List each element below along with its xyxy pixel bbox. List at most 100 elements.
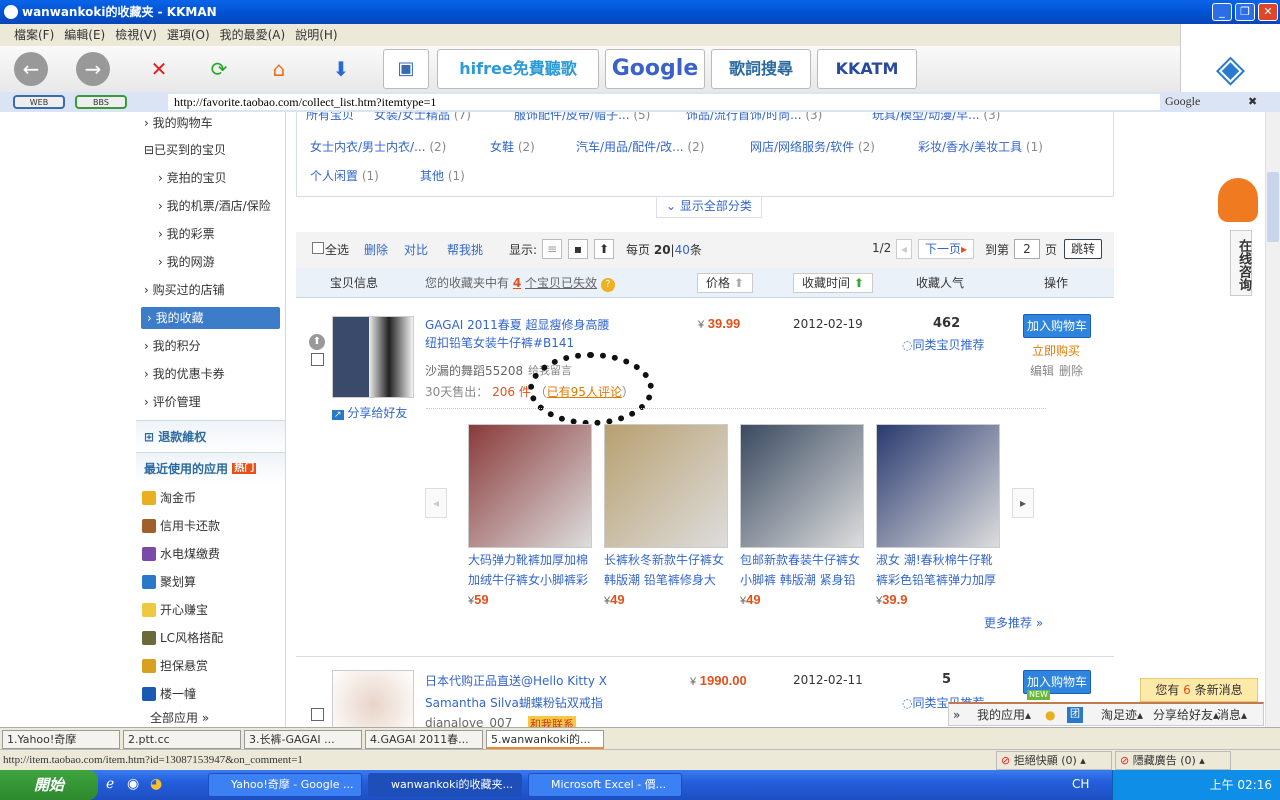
browser-tab[interactable]: 1.Yahoo!奇摩 bbox=[2, 730, 120, 749]
ime-indicator[interactable]: CH bbox=[1072, 777, 1089, 791]
menu-edit[interactable]: 編輯(E) bbox=[64, 24, 105, 46]
category-link[interactable]: 女鞋 (2) bbox=[490, 138, 535, 155]
app-item[interactable]: 聚划算 bbox=[136, 568, 285, 596]
select-all-checkbox[interactable] bbox=[312, 242, 324, 254]
buy-now-link[interactable]: 立即购买 bbox=[1032, 342, 1080, 359]
recommendation-title[interactable]: 包邮新款春装牛仔裤女小脚裤 韩版潮 紧身铅 bbox=[740, 550, 864, 590]
close-button[interactable]: ✕ bbox=[1258, 3, 1278, 21]
recommendation-item[interactable]: 淑女 潮!春秋棉牛仔靴裤彩色铅笔裤弹力加厚 ¥39.9 bbox=[876, 424, 1000, 607]
lyrics-button[interactable]: 歌詞搜尋 bbox=[711, 49, 811, 89]
menu-file[interactable]: 檔案(F) bbox=[14, 24, 54, 46]
bbs-button[interactable]: BBS bbox=[75, 95, 127, 109]
app-item[interactable]: 信用卡还款 bbox=[136, 512, 285, 540]
sidebar-item-lottery[interactable]: › 我的彩票 bbox=[136, 220, 285, 248]
recommendation-image[interactable] bbox=[604, 424, 728, 548]
show-all-categories[interactable]: ⌄ 显示全部分类 bbox=[656, 196, 762, 218]
recommendation-title[interactable]: 淑女 潮!春秋棉牛仔靴裤彩色铅笔裤弹力加厚 bbox=[876, 550, 1000, 590]
category-link[interactable]: 网店/网络服务/软件 (2) bbox=[750, 138, 875, 155]
seller-name[interactable]: 沙漏的舞蹈55208 bbox=[425, 362, 523, 379]
list-view-icon[interactable]: ≡ bbox=[542, 239, 562, 259]
sidebar-item-auction[interactable]: › 竞拍的宝贝 bbox=[136, 164, 285, 192]
recommendation-item[interactable]: 包邮新款春装牛仔裤女小脚裤 韩版潮 紧身铅 ¥49 bbox=[740, 424, 864, 607]
menu-favorites[interactable]: 我的最愛(A) bbox=[220, 24, 286, 46]
forward-icon[interactable]: → bbox=[76, 52, 110, 86]
new-message-tip[interactable]: 您有 6 条新消息 bbox=[1140, 678, 1258, 702]
app-item[interactable]: 楼一幢 bbox=[136, 680, 285, 708]
similar-link[interactable]: ◌同类宝贝推荐 bbox=[902, 336, 985, 353]
recommendation-title[interactable]: 大码弹力靴裤加厚加棉加绒牛仔裤女小脚裤彩 bbox=[468, 550, 592, 590]
edit-link[interactable]: 编辑 bbox=[1030, 362, 1054, 379]
web-button[interactable]: WEB bbox=[13, 95, 65, 109]
message-menu[interactable]: 消息▴ bbox=[1217, 704, 1247, 726]
ie-icon[interactable]: ℯ bbox=[106, 776, 114, 792]
home-icon[interactable]: ⌂ bbox=[262, 52, 296, 86]
item-title[interactable]: GAGAI 2011春夏 超显瘦修身高腰 纽扣铅笔女装牛仔裤#B141 bbox=[425, 316, 610, 352]
carousel-prev-button[interactable]: ◂ bbox=[425, 488, 447, 518]
start-button[interactable]: 開始 bbox=[0, 770, 98, 800]
prev-page-button[interactable]: ◂ bbox=[896, 239, 912, 259]
add-to-cart-button[interactable]: 加入购物车 bbox=[1023, 314, 1091, 338]
sidebar-item-favorites[interactable]: › 我的收藏 bbox=[141, 307, 280, 329]
category-link[interactable]: 所有宝贝 bbox=[306, 112, 354, 123]
footprint-menu[interactable]: 淘足迹▴ bbox=[1101, 704, 1143, 726]
recommendation-image[interactable] bbox=[876, 424, 1000, 548]
app-item[interactable]: 淘金币 bbox=[136, 484, 285, 512]
vertical-scrollbar[interactable] bbox=[1265, 112, 1280, 727]
jump-button[interactable]: 跳转 bbox=[1064, 239, 1102, 259]
tuan-button[interactable]: 团 bbox=[1067, 707, 1083, 723]
per-20-option[interactable]: 20 bbox=[654, 243, 671, 257]
category-link[interactable]: 服饰配件/皮带/帽子... (5) bbox=[514, 112, 650, 123]
item-checkbox[interactable] bbox=[311, 353, 324, 366]
sidebar-item-reviews[interactable]: › 评价管理 bbox=[136, 388, 285, 416]
sort-price-button[interactable]: 价格 ⬆ bbox=[697, 273, 753, 293]
browser-tab[interactable]: 4.GAGAI 2011春... bbox=[365, 730, 483, 749]
refresh-icon[interactable]: ⟳ bbox=[202, 52, 236, 86]
recommendation-title[interactable]: 长裤秋冬新款牛仔裤女韩版潮 铅笔裤修身大 bbox=[604, 550, 728, 590]
sidebar-item-points[interactable]: › 我的积分 bbox=[136, 332, 285, 360]
sidebar-item-coupons[interactable]: › 我的优惠卡券 bbox=[136, 360, 285, 388]
category-link[interactable]: 玩具/模型/动漫/早... (3) bbox=[872, 112, 1000, 123]
delete-link[interactable]: 删除 bbox=[364, 241, 388, 258]
recommendation-item[interactable]: 大码弹力靴裤加厚加棉加绒牛仔裤女小脚裤彩 ¥59 bbox=[468, 424, 592, 607]
category-link[interactable]: 饰品/流行首饰/时尚... (3) bbox=[686, 112, 822, 123]
compare-link[interactable]: 对比 bbox=[404, 241, 428, 258]
address-input[interactable]: http://favorite.taobao.com/collect_list.… bbox=[168, 94, 1160, 110]
help-pick-link[interactable]: 帮我挑 bbox=[447, 241, 483, 258]
app-item[interactable]: 开心赚宝 bbox=[136, 596, 285, 624]
carousel-next-button[interactable]: ▸ bbox=[1012, 488, 1034, 518]
kkatm-button[interactable]: KKATM bbox=[817, 49, 917, 89]
category-link[interactable]: 女士内衣/男士内衣/... (2) bbox=[310, 138, 446, 155]
my-apps-menu[interactable]: 我的应用▴ bbox=[977, 704, 1031, 726]
recommendation-image[interactable] bbox=[740, 424, 864, 548]
stop-icon[interactable]: ✕ bbox=[142, 52, 176, 86]
browser-tab[interactable]: 3.长裤-GAGAI ... bbox=[244, 730, 362, 749]
contact-seller[interactable]: 和我联系 bbox=[528, 716, 576, 727]
sidebar-item-games[interactable]: › 我的网游 bbox=[136, 248, 285, 276]
item-checkbox[interactable] bbox=[311, 708, 324, 721]
coins-icon[interactable]: ● bbox=[1045, 704, 1055, 726]
help-icon[interactable]: ? bbox=[600, 278, 615, 292]
item-thumbnail[interactable] bbox=[332, 670, 414, 727]
all-apps-link[interactable]: 全部应用 » bbox=[136, 708, 285, 728]
sidebar-item-tickets[interactable]: › 我的机票/酒店/保险 bbox=[136, 192, 285, 220]
invalid-count[interactable]: 4 bbox=[513, 276, 521, 290]
download-icon[interactable]: ⬇ bbox=[324, 52, 358, 86]
recommendation-item[interactable]: 长裤秋冬新款牛仔裤女韩版潮 铅笔裤修身大 ¥49 bbox=[604, 424, 728, 607]
kk-cube-icon[interactable]: ▣ bbox=[383, 49, 429, 89]
app-item[interactable]: 担保悬赏 bbox=[136, 652, 285, 680]
sidebar-item-cart[interactable]: › 我的购物车 bbox=[136, 112, 285, 136]
ad-blocker[interactable]: ⊘ 隱藏廣告 (0) ▴ bbox=[1115, 751, 1231, 770]
menu-options[interactable]: 選項(O) bbox=[167, 24, 210, 46]
select-all-label[interactable]: 全选 bbox=[325, 241, 349, 258]
item-title[interactable]: 日本代购正品直送@Hello Kitty X Samantha Silva蝴蝶粉钻… bbox=[425, 670, 607, 714]
maximize-button[interactable]: ❐ bbox=[1235, 3, 1255, 21]
chrome-icon[interactable]: ◕ bbox=[150, 776, 162, 792]
task-excel[interactable]: Microsoft Excel - 價... bbox=[528, 773, 682, 797]
sort-time-button[interactable]: 收藏时间 ⬆ bbox=[793, 273, 873, 293]
per-40-option[interactable]: 40 bbox=[675, 243, 690, 257]
seller-name[interactable]: dianalove_007 bbox=[425, 716, 512, 727]
app-item[interactable]: 水电煤缴费 bbox=[136, 540, 285, 568]
sidebar-item-shops[interactable]: › 购买过的店铺 bbox=[136, 276, 285, 304]
recommendation-image[interactable] bbox=[468, 424, 592, 548]
hifree-button[interactable]: hifree免費聽歌 bbox=[437, 49, 599, 89]
